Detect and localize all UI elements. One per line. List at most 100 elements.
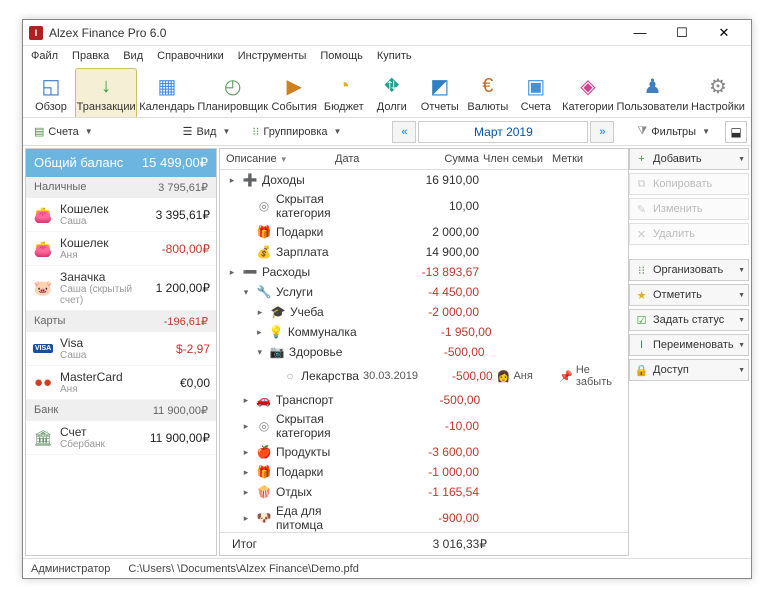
toolbar-категории[interactable]: ◈Категории [560,68,616,117]
del-button: ✕Удалить [629,223,749,245]
toolbar-события[interactable]: ▶События [269,68,320,117]
category-icon: 🚗 [256,393,272,407]
expand-icon[interactable]: ▾ [254,347,266,358]
period-display[interactable]: Март 2019 [418,121,588,143]
panel-toggle-button[interactable]: ⬓ [725,121,747,143]
app-icon: I [29,26,43,40]
mark-button[interactable]: ★Отметить▼ [629,284,749,306]
menu-вид[interactable]: Вид [123,50,143,62]
col-desc-header[interactable]: Описание [226,153,277,165]
account-item[interactable]: 🏛СчетСбербанк11 900,00₽ [26,421,216,455]
toolbar-долги[interactable]: ⛖Долги [368,68,416,117]
access-button[interactable]: 🔒Доступ▼ [629,359,749,381]
transaction-row[interactable]: ▸🎁Подарки-1 000,00 [220,462,628,482]
titlebar: I Alzex Finance Pro 6.0 — ☐ ✕ [23,20,751,46]
toolbar-календарь[interactable]: ▦Календарь [137,68,196,117]
del-icon: ✕ [635,228,648,241]
toolbar-валюты[interactable]: €Валюты [464,68,512,117]
account-item[interactable]: 👛КошелекАня-800,00₽ [26,232,216,266]
group-icon: ⁝⁝ [252,125,259,138]
menubar: Файл Правка Вид Справочники Инструменты Помощ… [23,46,751,66]
add-button[interactable]: +Добавить▼ [629,148,749,170]
expand-icon[interactable]: ▸ [240,447,252,458]
menu-инструменты[interactable]: Инструменты [238,50,307,62]
minimize-button[interactable]: — [619,20,661,46]
category-icon: ◎ [256,199,272,213]
toolbar-транзакции[interactable]: ↓Транзакции [75,68,137,117]
expand-icon[interactable]: ▸ [240,513,252,524]
account-item[interactable]: ●●MasterCardАня€0,00 [26,366,216,400]
transaction-row[interactable]: ▸➕Доходы16 910,00 [220,170,628,190]
бюджет-icon: ◔ [330,73,358,99]
status-user: Администратор [31,563,110,575]
status-icon: ☑ [635,314,648,327]
edit-button: ✎Изменить [629,198,749,220]
toolbar-настройки[interactable]: ⚙Настройки [689,68,747,117]
toolbar-счета[interactable]: ▣Счета [512,68,560,117]
menu-помощь[interactable]: Помощь [320,50,363,62]
transaction-row[interactable]: ▸◎Скрытая категория-10,00 [220,410,628,442]
col-member-header[interactable]: Член семьи [483,153,548,165]
category-icon: 🔧 [256,285,272,299]
account-item[interactable]: 👛КошелекСаша3 395,61₽ [26,198,216,232]
toolbar-планировщик[interactable]: ◴Планировщик [197,68,269,117]
menu-файл[interactable]: Файл [31,50,58,62]
transaction-row[interactable]: ▸🎓Учеба-2 000,00 [220,302,628,322]
org-button[interactable]: ⁝⁝Организовать▼ [629,259,749,281]
expand-icon[interactable]: ▸ [240,395,252,406]
account-icon: 🏛 [32,429,54,447]
transaction-row[interactable]: ▸➖Расходы-13 893,67 [220,262,628,282]
expand-icon[interactable]: ▸ [240,487,252,498]
transaction-row[interactable]: ▸🚗Транспорт-500,00 [220,390,628,410]
календарь-icon: ▦ [153,73,181,99]
account-item[interactable]: VISAVisaСаша$-2,97 [26,332,216,366]
события-icon: ▶ [280,73,308,99]
transaction-row[interactable]: ▸🍎Продукты-3 600,00 [220,442,628,462]
transaction-row[interactable]: ▸🐶Еда для питомца-900,00 [220,502,628,532]
category-icon: 📷 [270,345,285,359]
transaction-row[interactable]: ▾🔧Услуги-4 450,00 [220,282,628,302]
menu-справочники[interactable]: Справочники [157,50,224,62]
transaction-row[interactable]: ▾📷Здоровье-500,00 [220,342,628,362]
group-dropdown[interactable]: ⁝⁝ Группировка▼ [245,121,348,143]
dropdown-arrow-icon: ▼ [738,317,745,324]
transaction-row[interactable]: ◎Скрытая категория10,00 [220,190,628,222]
menu-купить[interactable]: Купить [377,50,412,62]
toolbar-бюджет[interactable]: ◔Бюджет [320,68,368,117]
col-tags-header[interactable]: Метки [552,153,622,165]
maximize-button[interactable]: ☐ [661,20,703,46]
toolbar-пользователи[interactable]: ♟Пользователи [616,68,689,117]
close-button[interactable]: ✕ [703,20,745,46]
expand-icon[interactable]: ▾ [240,287,252,298]
transaction-row[interactable]: ▸💡Коммуналка-1 950,00 [220,322,628,342]
expand-icon[interactable]: ▸ [240,421,252,432]
rename-button[interactable]: IПереименовать▼ [629,334,749,356]
expand-icon[interactable]: ▸ [254,307,266,318]
expand-icon[interactable]: ▸ [226,267,238,278]
transaction-row[interactable]: 💰Зарплата14 900,00 [220,242,628,262]
funnel-icon: ⧩ [637,125,647,138]
transaction-row[interactable]: ○Лекарства30.03.2019-500,00👩Аня📌Не забыт… [220,362,628,390]
account-item[interactable]: 🐷ЗаначкаСаша (скрытый счет)1 200,00₽ [26,266,216,311]
toolbar-обзор[interactable]: ◱Обзор [27,68,75,117]
menu-правка[interactable]: Правка [72,50,109,62]
expand-icon[interactable]: ▸ [240,467,252,478]
category-icon: ○ [283,369,297,383]
prev-period-button[interactable]: « [392,121,416,143]
filter-dropdown[interactable]: ⧩ Фильтры▼ [630,121,717,143]
col-sum-header[interactable]: Сумма [409,153,479,165]
grid-header: Описание ▼ Дата Сумма Член семьи Метки [220,149,628,170]
accounts-dropdown[interactable]: ▤ Счета▼ [27,121,100,143]
настройки-icon: ⚙ [704,73,732,99]
transaction-row[interactable]: 🎁Подарки2 000,00 [220,222,628,242]
next-period-button[interactable]: » [590,121,614,143]
col-date-header[interactable]: Дата [335,153,405,165]
status-button[interactable]: ☑Задать статус▼ [629,309,749,331]
expand-icon[interactable]: ▸ [254,327,265,338]
transaction-row[interactable]: ▸🍿Отдых-1 165,54 [220,482,628,502]
expand-icon[interactable]: ▸ [226,175,238,186]
org-icon: ⁝⁝ [635,264,648,277]
access-icon: 🔒 [635,364,648,377]
toolbar-отчеты[interactable]: ◩Отчеты [416,68,464,117]
view-dropdown[interactable]: ☰ Вид▼ [176,121,238,143]
